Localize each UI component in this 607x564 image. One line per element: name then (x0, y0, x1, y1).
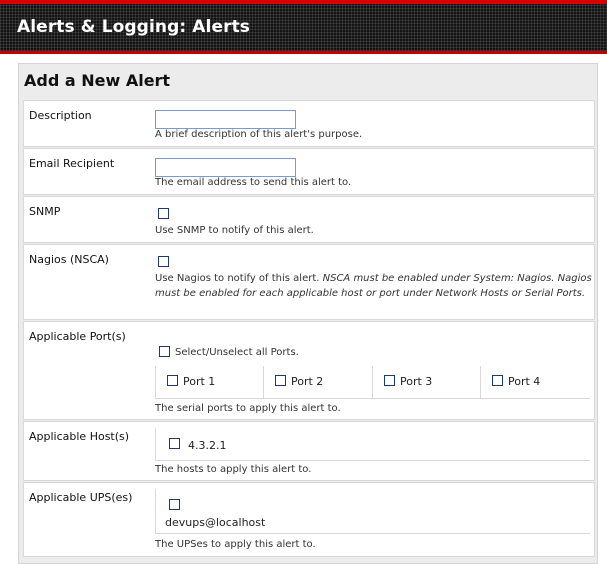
hosts-row: Applicable Host(s) 4.3.2.1 The hosts to … (23, 421, 595, 481)
port-4-option[interactable]: Port 4 (480, 366, 588, 398)
snmp-hint: Use SNMP to notify of this alert. (155, 225, 314, 236)
ups-label: Applicable UPS(es) (29, 491, 133, 504)
port-1-checkbox[interactable] (167, 375, 178, 386)
port-4-checkbox[interactable] (492, 375, 503, 386)
port-1-option[interactable]: Port 1 (155, 366, 263, 398)
ports-grid: Port 1 Port 2 Port 3 Port 4 (155, 366, 590, 399)
port-2-option[interactable]: Port 2 (263, 366, 371, 398)
nagios-row: Nagios (NSCA) Use Nagios to notify of th… (23, 244, 595, 320)
ups-hint: The UPSes to apply this alert to. (155, 539, 316, 550)
port-3-checkbox[interactable] (384, 375, 395, 386)
select-all-ports-checkbox[interactable] (159, 346, 170, 357)
select-all-ports-label[interactable]: Select/Unselect all Ports. (175, 347, 299, 358)
email-hint: The email address to send this alert to. (155, 177, 352, 188)
ups-row: Applicable UPS(es) devups@localhost The … (23, 482, 595, 557)
host-list: 4.3.2.1 (155, 428, 590, 461)
page-header: Alerts & Logging: Alerts (0, 4, 607, 54)
port-2-label: Port 2 (291, 375, 324, 388)
email-row: Email Recipient The email address to sen… (23, 148, 595, 195)
port-2-checkbox[interactable] (275, 375, 286, 386)
panel-title: Add a New Alert (24, 71, 171, 90)
nagios-hint-plain: Use Nagios to notify of this alert. (155, 273, 323, 284)
ports-hint: The serial ports to apply this alert to. (155, 403, 341, 414)
host-4-3-2-1-checkbox[interactable] (169, 438, 180, 449)
snmp-row: SNMP Use SNMP to notify of this alert. (23, 196, 595, 243)
ports-row: Applicable Port(s) Select/Unselect all P… (23, 321, 595, 420)
ups-list: devups@localhost (155, 489, 590, 534)
port-1-label: Port 1 (183, 375, 216, 388)
port-3-option[interactable]: Port 3 (372, 366, 480, 398)
snmp-checkbox[interactable] (158, 208, 169, 219)
ports-label: Applicable Port(s) (29, 330, 126, 343)
port-4-label: Port 4 (508, 375, 541, 388)
hosts-label: Applicable Host(s) (29, 430, 130, 443)
add-alert-panel: Add a New Alert Description A brief desc… (18, 63, 598, 564)
nagios-checkbox[interactable] (158, 256, 169, 267)
email-label: Email Recipient (29, 157, 115, 170)
ups-devups-checkbox[interactable] (169, 499, 180, 510)
ups-devups-label: devups@localhost (165, 516, 266, 529)
description-row: Description A brief description of this … (23, 100, 595, 147)
nagios-label: Nagios (NSCA) (29, 253, 109, 266)
hosts-hint: The hosts to apply this alert to. (155, 464, 312, 475)
description-hint: A brief description of this alert's purp… (155, 129, 363, 140)
nagios-hint: Use Nagios to notify of this alert. NSCA… (155, 271, 593, 301)
description-label: Description (29, 109, 92, 122)
snmp-label: SNMP (29, 205, 61, 218)
page-title: Alerts & Logging: Alerts (17, 17, 251, 37)
port-3-label: Port 3 (400, 375, 433, 388)
host-4-3-2-1-label: 4.3.2.1 (188, 439, 227, 452)
